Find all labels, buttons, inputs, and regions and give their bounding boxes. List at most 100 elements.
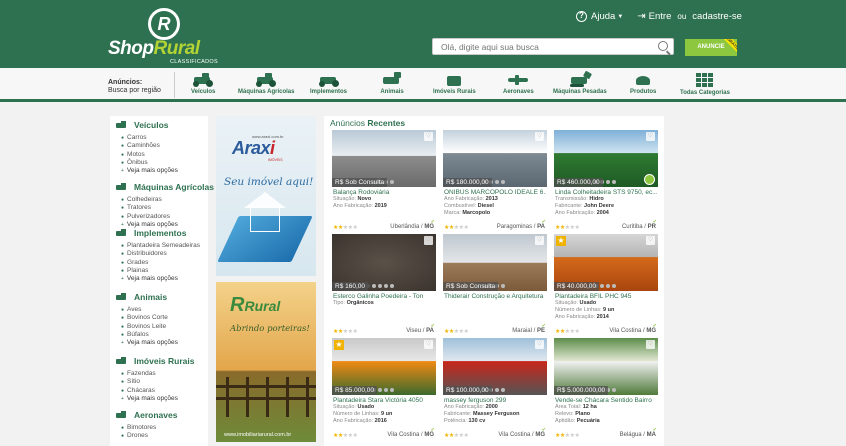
rating-stars: ★★★★★	[333, 329, 358, 335]
listing-title[interactable]: Vende-se Chácara Sentido Bairro	[555, 397, 657, 404]
sidebar-sub-item[interactable]: ● Búfalos	[121, 331, 178, 339]
listing-title[interactable]: Plantadeira Stara Victória 4050	[333, 397, 435, 404]
sidebar-more-link[interactable]: + Veja mais opções	[121, 395, 178, 403]
logo-subtitle: CLASSIFICADOS	[170, 59, 218, 65]
cat-label: Veículos	[191, 89, 216, 95]
sidebar-sub-item[interactable]: ● Pulverizadores	[121, 213, 178, 221]
sidebar-sub-item[interactable]: ● Bovinos Leite	[121, 323, 178, 331]
sidebar-cat-label: Aeronaves	[134, 410, 178, 420]
sidebar-cat-aeronaves[interactable]: Aeronaves	[116, 410, 177, 420]
listing-title[interactable]: Linda Colheitadeira STS 9750, ec...	[555, 189, 657, 196]
listing-spec: Ano Fabricação: 2014	[555, 314, 609, 320]
cat-veiculos[interactable]: Veículos	[191, 72, 215, 95]
favorite-icon[interactable]: ♡	[424, 132, 433, 141]
sidebar-sub-item[interactable]: ● Motos	[121, 151, 178, 159]
listing-spec: Ano Fabricação: 2000	[444, 404, 498, 410]
listing-spec: Fabricante: John Deere	[555, 203, 615, 209]
sidebar-more-link[interactable]: + Veja mais opções	[121, 339, 178, 347]
favorite-icon[interactable]: ♡	[424, 340, 433, 349]
cat-animais[interactable]: Animais	[380, 72, 404, 95]
sidebar-sub-item[interactable]: ● Fazendas	[121, 370, 178, 378]
favorite-icon[interactable]: ♡	[535, 236, 544, 245]
listing-card[interactable]: ★ ♡ R$ 40.000,00 Plantadeira BFIL PHC 945 Si…	[554, 234, 658, 336]
login-link[interactable]: Entre	[649, 11, 672, 22]
listing-spec: Ano Fabricação: 2004	[555, 210, 609, 216]
favorite-icon[interactable]: ♡	[646, 132, 655, 141]
sidebar-sub-item[interactable]: ● Bimotores	[121, 424, 156, 432]
sidebar-sub-item[interactable]: ● Sítio	[121, 378, 178, 386]
listing-title[interactable]: Thiderair Construção e Arquitetura	[444, 293, 546, 300]
rating-stars: ★★★★★	[444, 329, 469, 335]
grid-icon	[696, 73, 714, 87]
sidebar-sub-item[interactable]: ● Bovinos Corte	[121, 314, 178, 322]
favorite-icon[interactable]: ♡	[646, 236, 655, 245]
listing-card[interactable]: ♡ R$ 5.000.000,00 Vende-se Chácara Sentido…	[554, 338, 658, 440]
favorite-icon[interactable]: ♡	[535, 132, 544, 141]
sidebar-more-link[interactable]: + Veja mais opções	[121, 167, 178, 175]
anuncie-button[interactable]: ANUNCIE GRÁTIS	[685, 39, 737, 56]
sidebar-cat-maquinas-agricolas[interactable]: Máquinas Agrícolas	[116, 182, 214, 192]
cat-implementos[interactable]: Implementos	[310, 72, 347, 95]
favorite-icon[interactable]: ♡	[424, 236, 433, 245]
listing-card[interactable]: ♡ R$ Sob Consulta Thiderair Construção e A…	[443, 234, 547, 336]
sidebar-sub-item[interactable]: ● Chácaras	[121, 387, 178, 395]
listing-title[interactable]: ÔNIBUS MARCOPOLO IDEALE 6...	[444, 189, 546, 196]
listing-card[interactable]: ♡ R$ 160,00 Esterco Galinha Poedeira - Ton…	[332, 234, 436, 336]
category-bar: Anúncios: Busca por região Veículos Máqu…	[0, 68, 846, 102]
listing-price: R$ Sob Consulta	[443, 282, 499, 291]
sidebar-sub-item[interactable]: ● Drones	[121, 432, 156, 440]
imobiliaria-rural-banner[interactable]: RRural Abrindo porteiras! www.imobiliari…	[216, 282, 316, 442]
sidebar-sub-item[interactable]: ● Colhedeiras	[121, 196, 178, 204]
sidebar-cat-imoveis-rurais[interactable]: Imóveis Rurais	[116, 356, 194, 366]
sidebar-sub-item[interactable]: ● Carros	[121, 134, 178, 142]
share-icon[interactable]	[644, 174, 655, 185]
listing-card[interactable]: ♡ R$ 460.000,00 Linda Colheitadeira STS 97…	[554, 130, 658, 232]
favorite-icon[interactable]: ♡	[535, 340, 544, 349]
listing-card[interactable]: ♡ R$ 100.000,00 massey ferguson 299 Ano Fab…	[443, 338, 547, 440]
rating-stars: ★★★★★	[333, 433, 358, 439]
listing-location: Maraial / PE	[512, 328, 545, 334]
listing-card[interactable]: ♡ R$ Sob Consulta Balança Rodoviária Situaç…	[332, 130, 436, 232]
search-input[interactable]	[433, 39, 653, 54]
favorite-icon[interactable]: ♡	[646, 340, 655, 349]
sidebar-sub-item[interactable]: ● Aves	[121, 306, 178, 314]
araxi-banner[interactable]: www.araxi.com.br Araxi IMÓVEIS Seu imóve…	[216, 116, 316, 276]
cat-aeronaves[interactable]: Aeronaves	[503, 72, 534, 95]
listing-title[interactable]: Balança Rodoviária	[333, 189, 435, 196]
sidebar-sub-item[interactable]: ● Plantadeira Semeadeiras	[121, 242, 200, 250]
sidebar-cat-veiculos[interactable]: Veículos	[116, 120, 169, 130]
catbar-label[interactable]: Anúncios: Busca por região	[108, 79, 161, 95]
listing-title[interactable]: Plantadeira BFIL PHC 945	[555, 293, 657, 300]
search-icon[interactable]	[658, 41, 668, 51]
listing-title[interactable]: massey ferguson 299	[444, 397, 546, 404]
sidebar-more-link[interactable]: + Veja mais opções	[121, 275, 200, 283]
cat-imoveis-rurais[interactable]: Imóveis Rurais	[433, 72, 476, 95]
sidebar-cat-implementos[interactable]: Implementos	[116, 228, 186, 238]
farmhouse-icon	[116, 357, 128, 365]
sidebar-sub-item[interactable]: ● Tratores	[121, 204, 178, 212]
cat-todas[interactable]: Todas Categorias	[680, 72, 730, 96]
cat-maquinas-pesadas[interactable]: Máquinas Pesadas	[553, 70, 607, 95]
listing-spec: Situação: Usado	[333, 404, 375, 410]
register-link[interactable]: cadastre-se	[692, 11, 742, 22]
cat-produtos[interactable]: Produtos	[630, 72, 656, 95]
sidebar-sub-item[interactable]: ● Grades	[121, 259, 200, 267]
sidebar-sub-item[interactable]: ● Ônibus	[121, 159, 178, 167]
help-link[interactable]: Ajuda	[591, 11, 615, 22]
listing-card[interactable]: ♡ R$ 180.000,00 ÔNIBUS MARCOPOLO IDEALE 6.…	[443, 130, 547, 232]
shoprural-logo[interactable]: R ShopRural CLASSIFICADOS	[108, 8, 226, 65]
cat-maquinas-agricolas[interactable]: Máquinas Agrícolas	[238, 72, 294, 95]
house-graphic	[250, 206, 280, 232]
sidebar-sub-item[interactable]: ● Distribuidores	[121, 250, 200, 258]
catbar-label-sub: Busca por região	[108, 87, 161, 94]
sidebar-sub-item[interactable]: ● Plainas	[121, 267, 200, 275]
sidebar-cat-animais[interactable]: Animais	[116, 292, 167, 302]
photo-dots[interactable]	[366, 284, 394, 288]
sidebar-sub-item[interactable]: ● Caminhões	[121, 142, 178, 150]
listing-card[interactable]: ★ ♡ R$ 85.000,00 Plantadeira Stara Victória…	[332, 338, 436, 440]
listing-spec: Tipo: Orgânicos	[333, 300, 374, 306]
sidebar-sub-list: ● Carros ● Caminhões ● Motos ● Ônibus + Veja …	[121, 134, 178, 175]
listing-title[interactable]: Esterco Galinha Poedeira - Ton	[333, 293, 435, 300]
listing-price: R$ 180.000,00	[443, 178, 492, 187]
listing-spec: Ano Fabricação: 2016	[333, 418, 387, 424]
